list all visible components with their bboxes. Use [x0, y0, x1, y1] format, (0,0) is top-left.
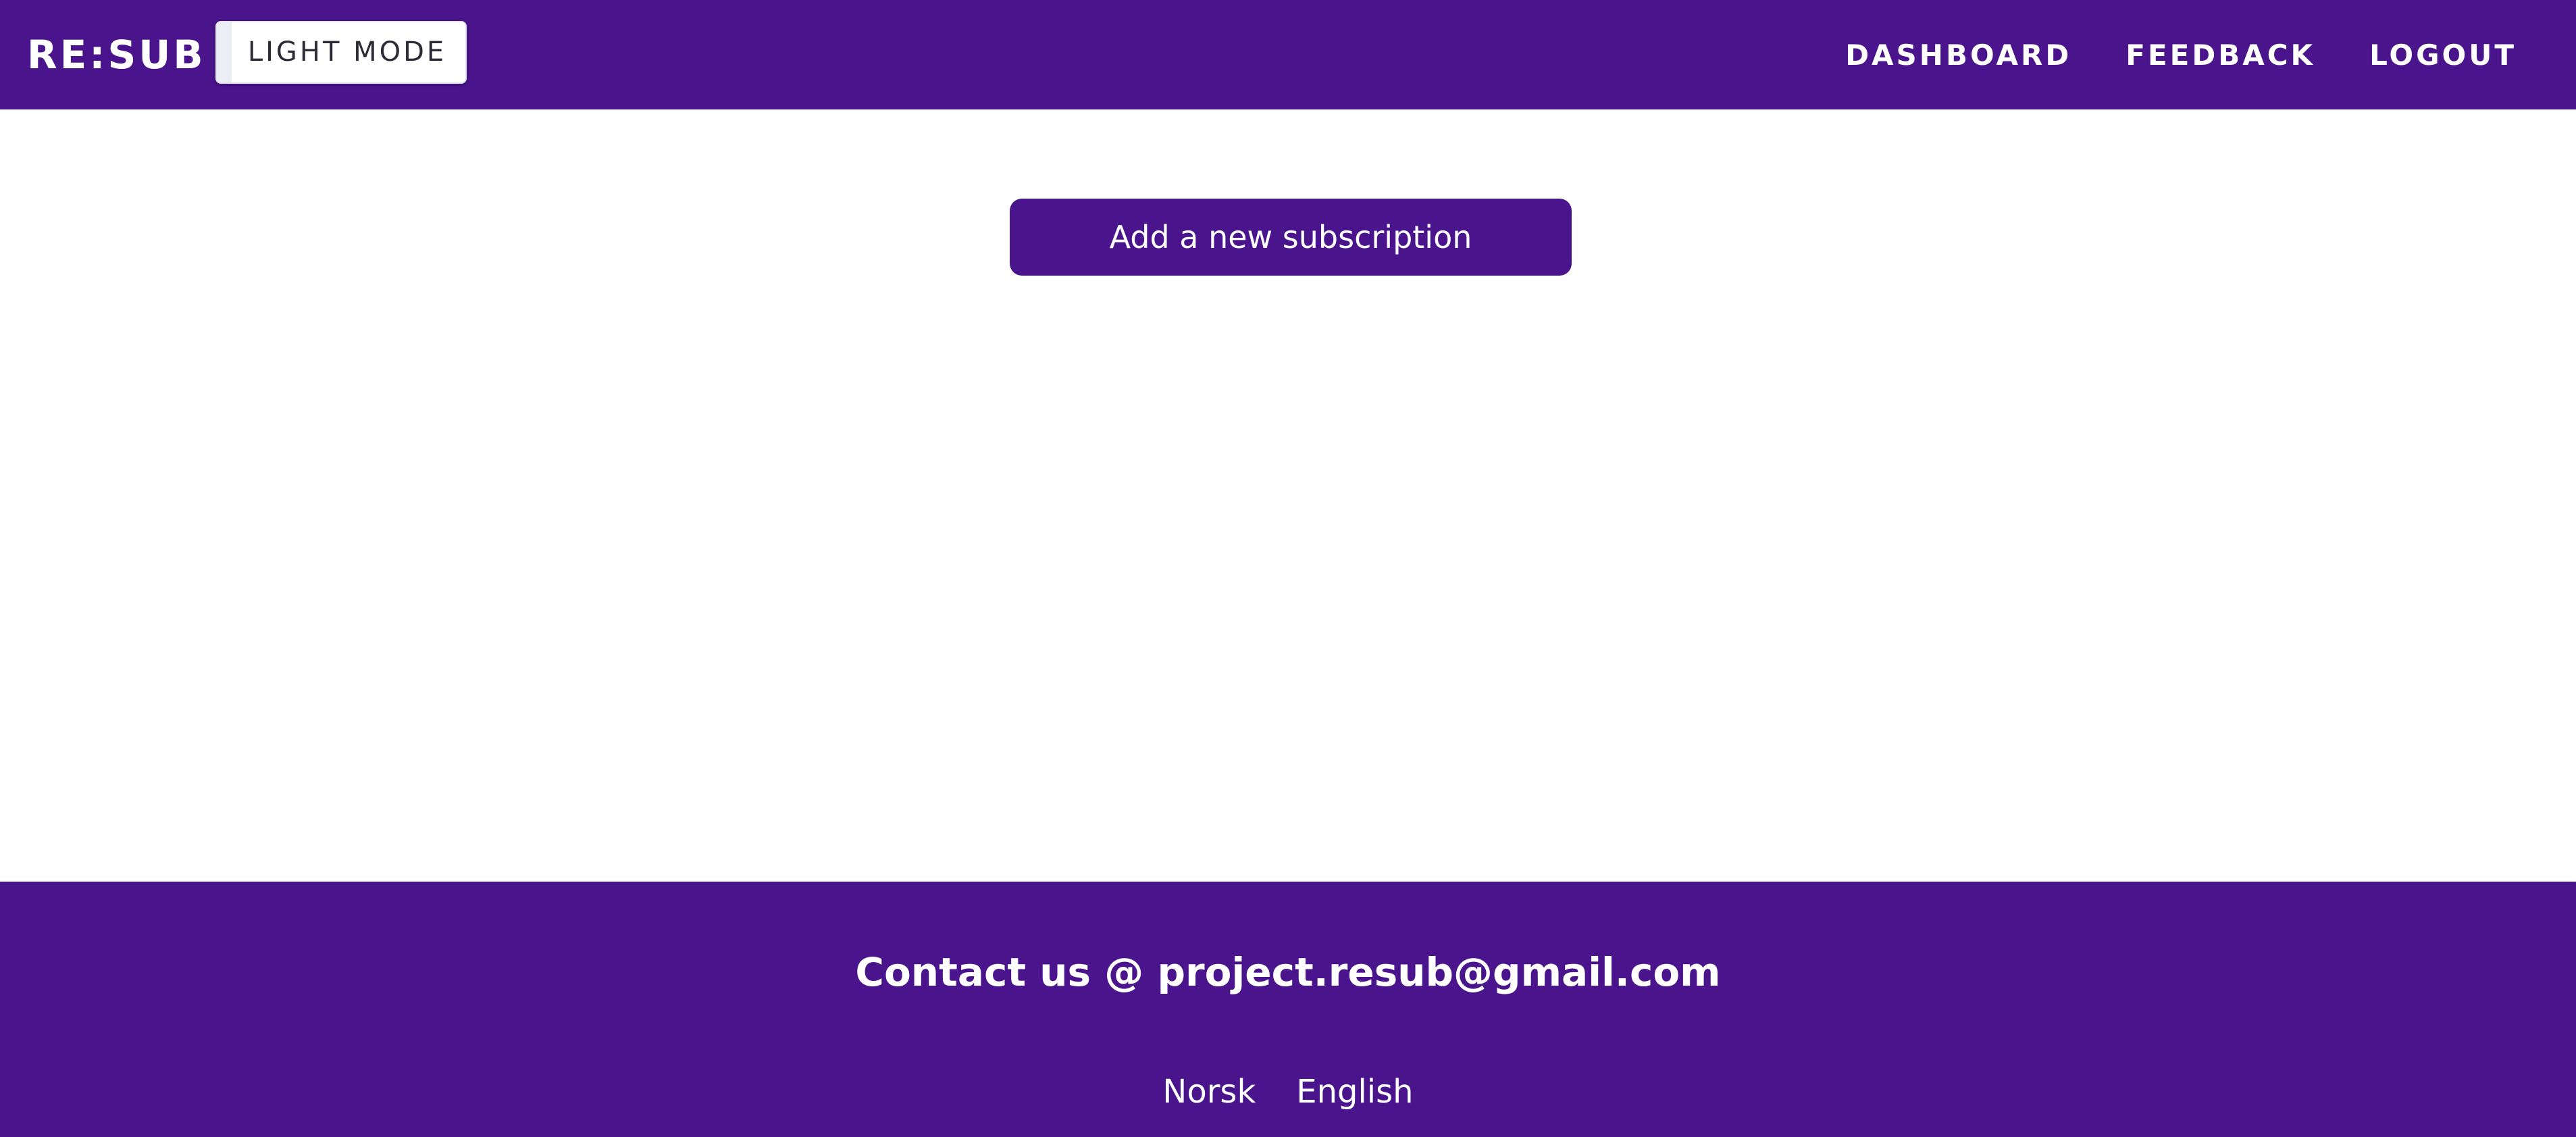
- contact-email-text: Contact us @ project.resub@gmail.com: [855, 949, 1721, 995]
- brand-logo[interactable]: RE:SUB: [27, 0, 206, 109]
- language-switcher: Norsk English: [0, 1073, 2576, 1111]
- language-norsk-link[interactable]: Norsk: [1162, 1073, 1256, 1111]
- nav-links: DASHBOARD FEEDBACK LOGOUT: [1791, 0, 2517, 109]
- language-english-link[interactable]: English: [1296, 1073, 1413, 1111]
- nav-logout-link[interactable]: LOGOUT: [2369, 39, 2517, 72]
- top-navbar: RE:SUB LIGHT MODE DASHBOARD FEEDBACK LOG…: [0, 0, 2576, 109]
- footer: Contact us @ project.resub@gmail.com Nor…: [0, 882, 2576, 1137]
- light-mode-toggle-label: LIGHT MODE: [247, 36, 447, 68]
- add-subscription-button[interactable]: Add a new subscription: [1010, 199, 1572, 276]
- nav-dashboard-link[interactable]: DASHBOARD: [1845, 39, 2071, 72]
- nav-feedback-link[interactable]: FEEDBACK: [2126, 39, 2315, 72]
- light-mode-toggle-button[interactable]: LIGHT MODE: [215, 21, 467, 84]
